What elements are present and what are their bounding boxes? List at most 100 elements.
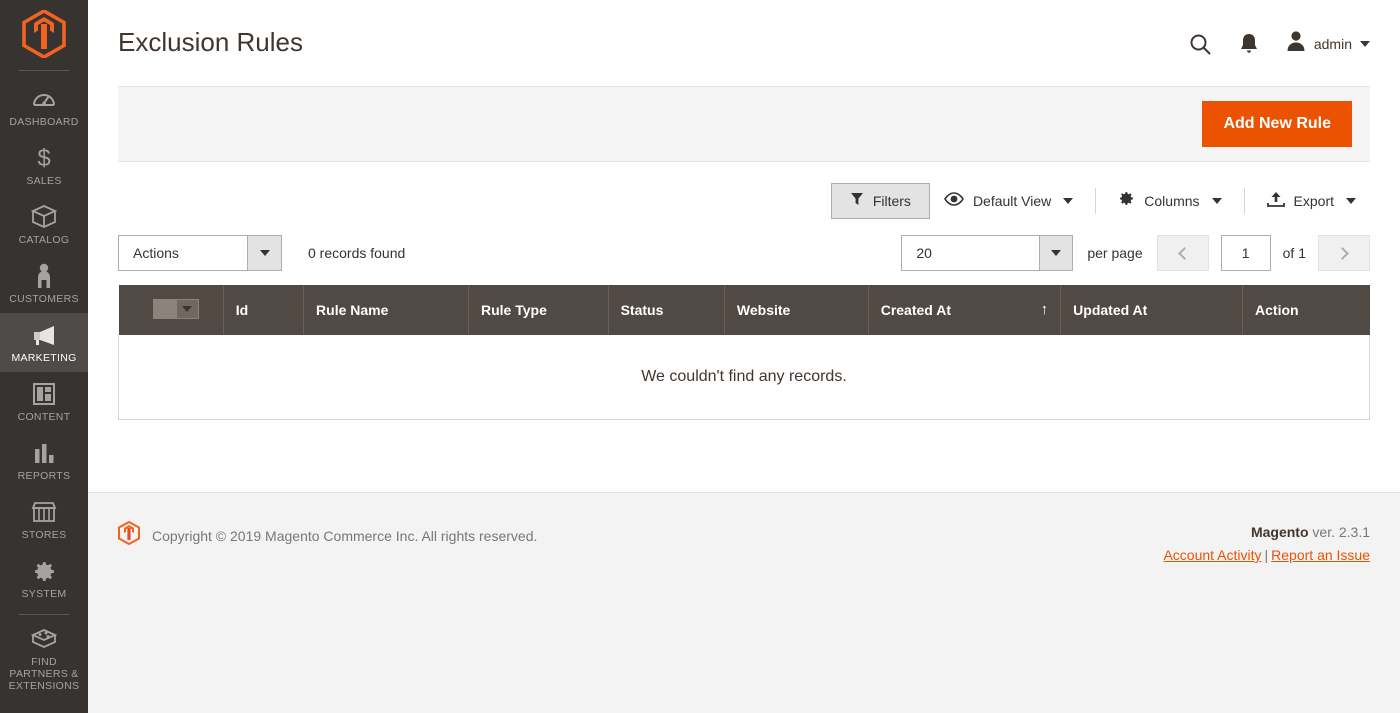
grid-controls-left: Actions 0 records found — [118, 235, 405, 271]
magento-logo-icon[interactable] — [0, 0, 88, 68]
table-body: We couldn't find any records. — [118, 335, 1370, 420]
page-actions-bar: Add New Rule — [118, 86, 1370, 162]
layout-icon — [32, 381, 56, 407]
sidebar-item-label: REPORTS — [17, 470, 71, 482]
sidebar-item-customers[interactable]: CUSTOMERS — [0, 254, 88, 313]
next-page-button[interactable] — [1318, 235, 1370, 271]
sidebar-top-divider — [19, 70, 69, 71]
brand-label: Magento — [1250, 524, 1309, 540]
footer-copyright: Copyright © 2019 Magento Commerce Inc. A… — [118, 520, 538, 550]
sidebar-item-content[interactable]: CONTENT — [0, 372, 88, 431]
bar-chart-icon — [32, 440, 56, 466]
column-header-website[interactable]: Website — [724, 285, 869, 335]
sidebar-item-label: CUSTOMERS — [9, 293, 79, 305]
dollar-icon: $ — [33, 145, 55, 171]
column-header-created-at[interactable]: Created At ↑ — [868, 285, 1062, 335]
sidebar-item-catalog[interactable]: CATALOG — [0, 195, 88, 254]
export-upload-icon — [1266, 191, 1285, 211]
table-empty-row: We couldn't find any records. — [118, 335, 1370, 420]
main-content: Exclusion Rules admin Add New Rule Filte… — [88, 0, 1400, 713]
search-icon[interactable] — [1188, 32, 1212, 56]
header-actions: admin — [1188, 22, 1370, 57]
storefront-icon — [31, 499, 57, 525]
sort-ascending-icon: ↑ — [1040, 301, 1049, 318]
bell-icon[interactable] — [1238, 32, 1260, 56]
chevron-down-icon — [247, 236, 281, 270]
empty-state-message: We couldn't find any records. — [641, 367, 847, 385]
sidebar-item-label: STORES — [21, 529, 67, 541]
magento-logo-glyph — [22, 10, 66, 58]
table-empty-cell: We couldn't find any records. — [118, 335, 1370, 420]
person-icon — [34, 263, 54, 289]
chevron-down-icon — [1211, 197, 1222, 204]
sidebar-item-system[interactable]: SYSTEM — [0, 549, 88, 608]
dashboard-icon — [32, 86, 56, 112]
footer-right: Magento ver. 2.3.1 Account Activity | Repo… — [1163, 521, 1370, 567]
magento-logo-icon — [118, 520, 140, 550]
sidebar-item-reports[interactable]: REPORTS — [0, 431, 88, 490]
sidebar-item-marketing[interactable]: MARKETING — [0, 313, 88, 372]
table-head: Id Rule Name Rule Type Status Website Cr… — [118, 285, 1370, 335]
chevron-down-icon — [1346, 197, 1356, 204]
sidebar-item-find-partners[interactable]: FIND PARTNERS & EXTENSIONS — [0, 617, 88, 700]
page-total-label: of 1 — [1282, 245, 1306, 261]
grid-table-wrapper: Id Rule Name Rule Type Status Website Cr… — [118, 285, 1370, 420]
sidebar-item-stores[interactable]: STORES — [0, 490, 88, 549]
admin-user-label: admin — [1313, 35, 1352, 52]
toolbar-divider — [1243, 187, 1245, 214]
table-header-row: Id Rule Name Rule Type Status Website Cr… — [118, 285, 1370, 335]
admin-user-menu[interactable]: admin — [1286, 30, 1370, 57]
copyright-text: Copyright © 2019 Magento Commerce Inc. A… — [152, 527, 538, 544]
toolbar-divider — [1095, 187, 1097, 214]
page-title: Exclusion Rules — [118, 27, 303, 57]
per-page-label: per page — [1087, 245, 1143, 261]
account-activity-link[interactable]: Account Activity — [1163, 547, 1261, 563]
select-all-checkbox[interactable] — [153, 300, 176, 318]
sidebar-item-dashboard[interactable]: DASHBOARD — [0, 77, 88, 136]
column-header-status[interactable]: Status — [608, 285, 725, 335]
column-header-id[interactable]: Id — [223, 285, 305, 335]
sidebar-item-label: CONTENT — [17, 411, 71, 423]
page-number-input[interactable] — [1220, 235, 1271, 271]
actions-select[interactable]: Actions — [118, 235, 282, 271]
records-found-label: 0 records found — [308, 245, 406, 261]
exclusion-rules-table: Id Rule Name Rule Type Status Website Cr… — [118, 285, 1370, 420]
funnel-icon — [850, 192, 864, 210]
chevron-down-icon — [1063, 197, 1074, 204]
chevron-right-icon — [1336, 246, 1349, 260]
page-footer: Copyright © 2019 Magento Commerce Inc. A… — [88, 492, 1400, 713]
grid-controls-right: 20 per page of 1 — [901, 235, 1370, 271]
per-page-select[interactable]: 20 — [901, 235, 1074, 271]
svg-text:$: $ — [37, 145, 50, 171]
chevron-down-icon[interactable] — [175, 300, 198, 318]
sidebar-item-label: SALES — [26, 175, 62, 187]
grid-controls: Actions 0 records found 20 per page of 1 — [118, 227, 1370, 285]
sidebar-item-sales[interactable]: $ SALES — [0, 136, 88, 195]
main-sidebar: DASHBOARD $ SALES CATALOG CUSTOMERS MARK… — [0, 0, 88, 713]
column-header-action: Action — [1242, 285, 1370, 335]
add-new-rule-button[interactable]: Add New Rule — [1202, 101, 1352, 147]
columns-label: Columns — [1144, 192, 1200, 209]
report-issue-link[interactable]: Report an Issue — [1271, 547, 1370, 563]
version-label: ver. 2.3.1 — [1308, 524, 1370, 540]
eye-icon — [944, 191, 964, 210]
sidebar-bottom-divider — [19, 614, 69, 615]
sidebar-item-label: DASHBOARD — [9, 116, 79, 128]
column-header-rule-name[interactable]: Rule Name — [303, 285, 469, 335]
column-header-updated-at[interactable]: Updated At — [1060, 285, 1244, 335]
columns-button[interactable]: Columns — [1104, 182, 1235, 219]
export-button[interactable]: Export — [1253, 183, 1370, 219]
chevron-down-icon — [1360, 40, 1370, 47]
sidebar-item-label: MARKETING — [11, 352, 77, 364]
column-header-select-all[interactable] — [118, 285, 224, 335]
default-view-button[interactable]: Default View — [930, 184, 1087, 218]
column-header-rule-type[interactable]: Rule Type — [468, 285, 609, 335]
default-view-label: Default View — [972, 192, 1052, 209]
mass-action-select[interactable] — [152, 299, 199, 319]
prev-page-button[interactable] — [1156, 235, 1209, 271]
per-page-value: 20 — [916, 245, 932, 261]
filters-label: Filters — [872, 192, 911, 209]
filters-button[interactable]: Filters — [830, 182, 930, 219]
export-label: Export — [1293, 192, 1334, 209]
pager: of 1 — [1156, 235, 1370, 271]
